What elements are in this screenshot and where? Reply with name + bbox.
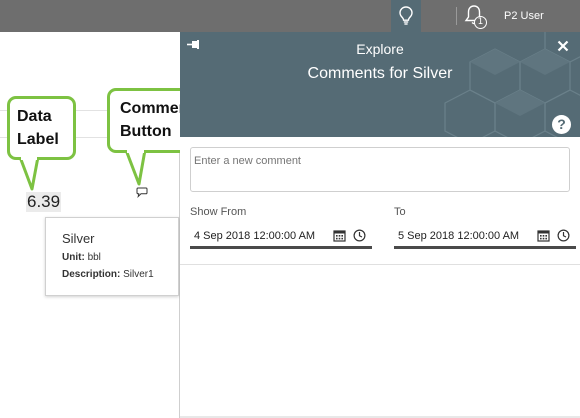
close-icon[interactable]: [557, 40, 569, 52]
panel-header: Explore Comments for Silver ?: [180, 32, 580, 137]
help-icon[interactable]: ?: [552, 115, 571, 134]
tooltip-unit-label: Unit:: [62, 252, 85, 263]
lightbulb-icon: [399, 6, 413, 25]
data-label-value[interactable]: 6.39: [26, 192, 62, 212]
data-label-callout-tail: [18, 157, 40, 191]
notification-count-badge: 1: [474, 16, 487, 29]
clock-icon[interactable]: [557, 229, 570, 242]
show-from-date-value: 4 Sep 2018 12:00:00 AM: [194, 230, 316, 242]
user-name[interactable]: P2 User: [504, 10, 544, 22]
panel-header-label: Explore: [356, 41, 404, 57]
tooltip-unit-value: bbl: [87, 252, 101, 263]
lightbulb-button[interactable]: [391, 0, 421, 32]
show-from-label: Show From: [190, 206, 247, 218]
comment-icon[interactable]: [136, 187, 148, 198]
tooltip-description-label: Description:: [62, 269, 121, 280]
calendar-icon[interactable]: [333, 229, 346, 242]
calendar-icon[interactable]: [537, 229, 550, 242]
panel-title: Comments for Silver: [307, 65, 453, 82]
tooltip-description-value: Silver1: [123, 269, 154, 280]
new-comment-input[interactable]: [190, 147, 570, 192]
show-from-date-field[interactable]: 4 Sep 2018 12:00:00 AM: [190, 226, 372, 249]
data-label-callout: Data Label: [7, 96, 76, 160]
clock-icon[interactable]: [353, 229, 366, 242]
comments-panel: Explore Comments for Silver ? Show From …: [180, 32, 580, 418]
comments-button-callout-tail: [124, 150, 147, 186]
data-tooltip: Silver Unit: bbl Description: Silver1: [45, 217, 179, 296]
tooltip-unit-row: Unit: bbl: [62, 252, 178, 263]
panel-separator: [180, 264, 580, 265]
top-bar: 1 P2 User: [0, 0, 580, 32]
tooltip-description-row: Description: Silver1: [62, 269, 178, 280]
to-date-field[interactable]: 5 Sep 2018 12:00:00 AM: [394, 226, 576, 249]
tooltip-title: Silver: [62, 231, 95, 246]
to-date-value: 5 Sep 2018 12:00:00 AM: [398, 230, 520, 242]
topbar-divider: [456, 7, 457, 25]
to-label: To: [394, 206, 406, 218]
